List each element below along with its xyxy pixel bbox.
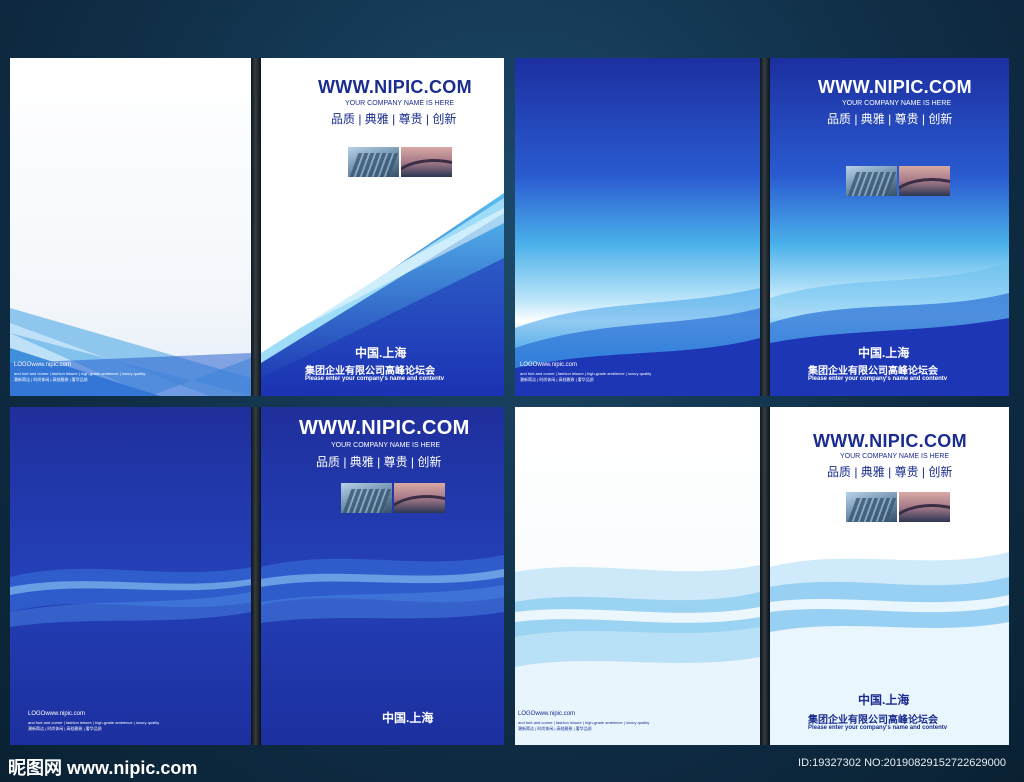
- bridge-photo: [899, 166, 950, 196]
- tagline-english-small: and font and corner | fashion leisure | …: [520, 371, 652, 376]
- tagline-chinese-small: 潮新简洁 | 时尚休闲 | 高档雅致 | 奢华品质: [14, 377, 88, 382]
- brochure-spread-white-diagonal: LOGOwww.nipic.com and font and corner | …: [10, 58, 504, 396]
- website-url: WWW.NIPIC.COM: [818, 77, 972, 97]
- front-cover: WWW.NIPIC.COM YOUR COMPANY NAME IS HERE …: [770, 58, 1009, 396]
- city-photo: [846, 166, 897, 196]
- spine: [251, 407, 261, 745]
- diagonal-wave-graphic: [10, 308, 251, 396]
- city-label: 中国.上海: [355, 346, 407, 360]
- motto: 品质 | 典雅 | 尊贵 | 创新: [331, 112, 457, 126]
- tagline-english-small: and font and corner | fashion leisure | …: [518, 720, 650, 725]
- motto: 品质 | 典雅 | 尊贵 | 创新: [316, 455, 442, 469]
- back-cover: LOGOwww.nipic.com and font and corner | …: [515, 58, 760, 396]
- back-cover: LOGOwww.nipic.com and font and corner | …: [515, 407, 760, 745]
- tagline-chinese-small: 潮新简洁 | 时尚休闲 | 高档雅致 | 奢华品质: [520, 377, 594, 382]
- company-name-english: YOUR COMPANY NAME IS HERE: [840, 453, 950, 460]
- city-photo: [846, 492, 897, 522]
- bridge-photo: [401, 147, 452, 177]
- city-photo: [348, 147, 399, 177]
- city-label: 中国.上海: [382, 711, 434, 725]
- tagline-chinese-small: 潮新简洁 | 时尚休闲 | 高档雅致 | 奢华品质: [28, 726, 102, 731]
- tagline: Please enter your company's name and con…: [808, 376, 948, 382]
- watermark-brand: 昵图网 www.nipic.com: [8, 758, 198, 778]
- tagline: Please enter your company's name and con…: [305, 376, 445, 382]
- logo-text: LOGOwww.nipic.com: [14, 362, 72, 368]
- photo-strip: [846, 166, 950, 196]
- brochure-spread-light-blue: LOGOwww.nipic.com and font and corner | …: [515, 407, 1009, 745]
- back-cover: LOGOwww.nipic.com and font and corner | …: [10, 58, 251, 396]
- front-cover: WWW.NIPIC.COM YOUR COMPANY NAME IS HERE …: [261, 407, 504, 745]
- wave-graphic: [10, 567, 251, 627]
- logo-text: LOGOwww.nipic.com: [520, 362, 578, 368]
- company-name-english: YOUR COMPANY NAME IS HERE: [331, 442, 441, 449]
- brochure-spread-blue-gradient: LOGOwww.nipic.com and font and corner | …: [515, 58, 1009, 396]
- back-cover: LOGOwww.nipic.com and font and corner | …: [10, 407, 251, 745]
- wave-graphic: [515, 288, 760, 396]
- motto: 品质 | 典雅 | 尊贵 | 创新: [827, 112, 953, 126]
- photo-strip: [348, 147, 452, 177]
- city-label: 中国.上海: [858, 346, 910, 360]
- tagline: Please enter your company's name and con…: [808, 725, 948, 731]
- bridge-photo: [899, 492, 950, 522]
- front-cover: WWW.NIPIC.COM YOUR COMPANY NAME IS HERE …: [770, 407, 1009, 745]
- spine: [760, 407, 770, 745]
- wave-graphic: [515, 565, 760, 745]
- company-name-english: YOUR COMPANY NAME IS HERE: [345, 100, 455, 107]
- spine: [251, 58, 261, 396]
- brochure-spread-deep-blue: LOGOwww.nipic.com and font and corner | …: [10, 407, 504, 745]
- tagline-english-small: and font and corner | fashion leisure | …: [28, 720, 160, 725]
- photo-strip: [846, 492, 950, 522]
- company-name-english: YOUR COMPANY NAME IS HERE: [842, 100, 952, 107]
- city-photo: [341, 483, 392, 513]
- company-name-chinese: 集团企业有限公司高峰论坛会: [305, 366, 435, 377]
- logo-text: LOGOwww.nipic.com: [28, 711, 86, 717]
- company-name-chinese: 集团企业有限公司高峰论坛会: [808, 366, 938, 377]
- website-url: WWW.NIPIC.COM: [813, 431, 967, 451]
- spine: [760, 58, 770, 396]
- logo-text: LOGOwww.nipic.com: [518, 711, 576, 717]
- company-name-chinese: 集团企业有限公司高峰论坛会: [808, 715, 938, 726]
- front-cover: WWW.NIPIC.COM YOUR COMPANY NAME IS HERE …: [261, 58, 504, 396]
- tagline-chinese-small: 潮新简洁 | 时尚休闲 | 高档雅致 | 奢华品质: [518, 726, 592, 731]
- website-url: WWW.NIPIC.COM: [299, 417, 470, 439]
- city-label: 中国.上海: [858, 693, 910, 707]
- photo-strip: [341, 483, 445, 513]
- watermark-bar: 昵图网 www.nipic.com ID:19327302 NO:2019082…: [0, 748, 1024, 782]
- tagline-english-small: and font and corner | fashion leisure | …: [14, 371, 146, 376]
- bridge-photo: [394, 483, 445, 513]
- image-id: ID:19327302 NO:20190829152722629000: [798, 757, 1006, 769]
- motto: 品质 | 典雅 | 尊贵 | 创新: [827, 465, 953, 479]
- website-url: WWW.NIPIC.COM: [318, 77, 472, 97]
